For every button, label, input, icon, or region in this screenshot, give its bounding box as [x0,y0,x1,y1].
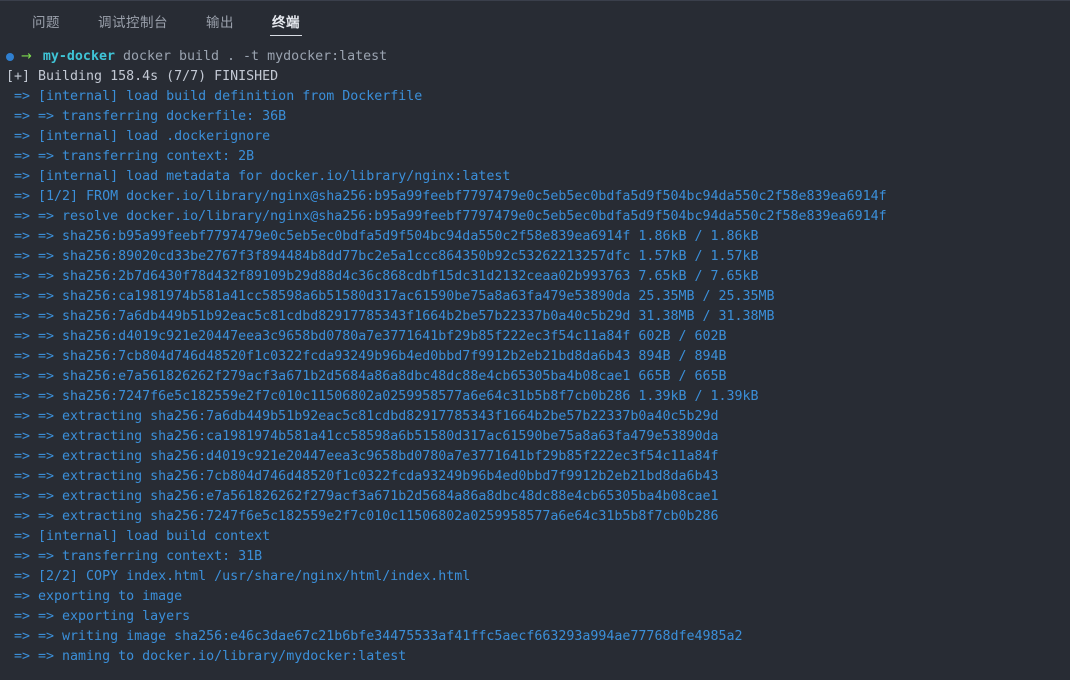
tab-output-label: 输出 [206,15,234,31]
terminal-prompt-line: → my-docker docker build . -t mydocker:l… [0,47,1070,67]
build-log-line: => => transferring context: 2B [6,149,255,164]
tab-output[interactable]: 输出 [192,1,248,41]
terminal-panel: 问题 调试控制台 输出 终端 → my-docker docker build … [0,0,1070,680]
tab-terminal-label: 终端 [272,15,300,31]
tab-problems[interactable]: 问题 [18,1,74,41]
prompt-cwd: my-docker [42,49,115,64]
build-log-line: => [internal] load build definition from… [6,89,423,104]
build-log-line: => => sha256:d4019c921e20447eea3c9658bd0… [6,329,727,344]
build-log-line: => => sha256:b95a99feebf7797479e0c5eb5ec… [6,229,759,244]
build-log-line: => [internal] load .dockerignore [6,129,271,144]
build-log-line: => => sha256:7a6db449b51b92eac5c81cdbd82… [6,309,775,324]
build-log-line: => => extracting sha256:7247f6e5c182559e… [6,509,719,524]
build-log-line: => => extracting sha256:ca1981974b581a41… [6,429,719,444]
build-log-line: => => transferring context: 31B [6,549,263,564]
build-log-line: => => sha256:7247f6e5c182559e2f7c010c115… [6,389,759,404]
build-log-line: => [internal] load build context [6,529,271,544]
build-log-line: => => sha256:89020cd33be2767f3f894484b8d… [6,249,759,264]
build-log-line: => => exporting layers [6,609,191,624]
tab-problems-label: 问题 [32,15,60,31]
build-log-line: => => sha256:2b7d6430f78d432f89109b29d88… [6,269,759,284]
build-log-line: => [1/2] FROM docker.io/library/nginx@sh… [6,189,887,204]
build-log-line: => => sha256:7cb804d746d48520f1c0322fcda… [6,349,727,364]
tab-terminal[interactable]: 终端 [258,1,314,41]
build-log-line: => => sha256:ca1981974b581a41cc58598a6b5… [6,289,775,304]
build-log-line: => => writing image sha256:e46c3dae67c21… [6,629,743,644]
terminal-output-area[interactable]: → my-docker docker build . -t mydocker:l… [0,41,1070,680]
build-log-line: => => sha256:e7a561826262f279acf3a671b2d… [6,369,727,384]
build-log-line: => => resolve docker.io/library/nginx@sh… [6,209,887,224]
tab-debug-console[interactable]: 调试控制台 [84,1,182,41]
build-log-line: => => extracting sha256:7a6db449b51b92ea… [6,409,719,424]
panel-tab-bar: 问题 调试控制台 输出 终端 [0,1,1070,41]
build-log-line: => [internal] load metadata for docker.i… [6,169,511,184]
build-log-line: => exporting to image [6,589,183,604]
build-summary-line: [+] Building 158.4s (7/7) FINISHED [6,69,279,84]
build-log-lines: => [internal] load build definition from… [0,87,1070,667]
tab-debug-console-label: 调试控制台 [98,15,168,31]
build-log-line: => => transferring dockerfile: 36B [6,109,287,124]
build-log-line: => => extracting sha256:d4019c921e20447e… [6,449,719,464]
build-log-line: => => extracting sha256:7cb804d746d48520… [6,469,719,484]
prompt-command: docker build . -t mydocker:latest [122,49,388,64]
arrow-right-icon: → [21,49,32,64]
status-circle-icon [6,53,14,61]
build-log-line: => => naming to docker.io/library/mydock… [6,649,407,664]
build-log-line: => [2/2] COPY index.html /usr/share/ngin… [6,569,471,584]
build-log-line: => => extracting sha256:e7a561826262f279… [6,489,719,504]
